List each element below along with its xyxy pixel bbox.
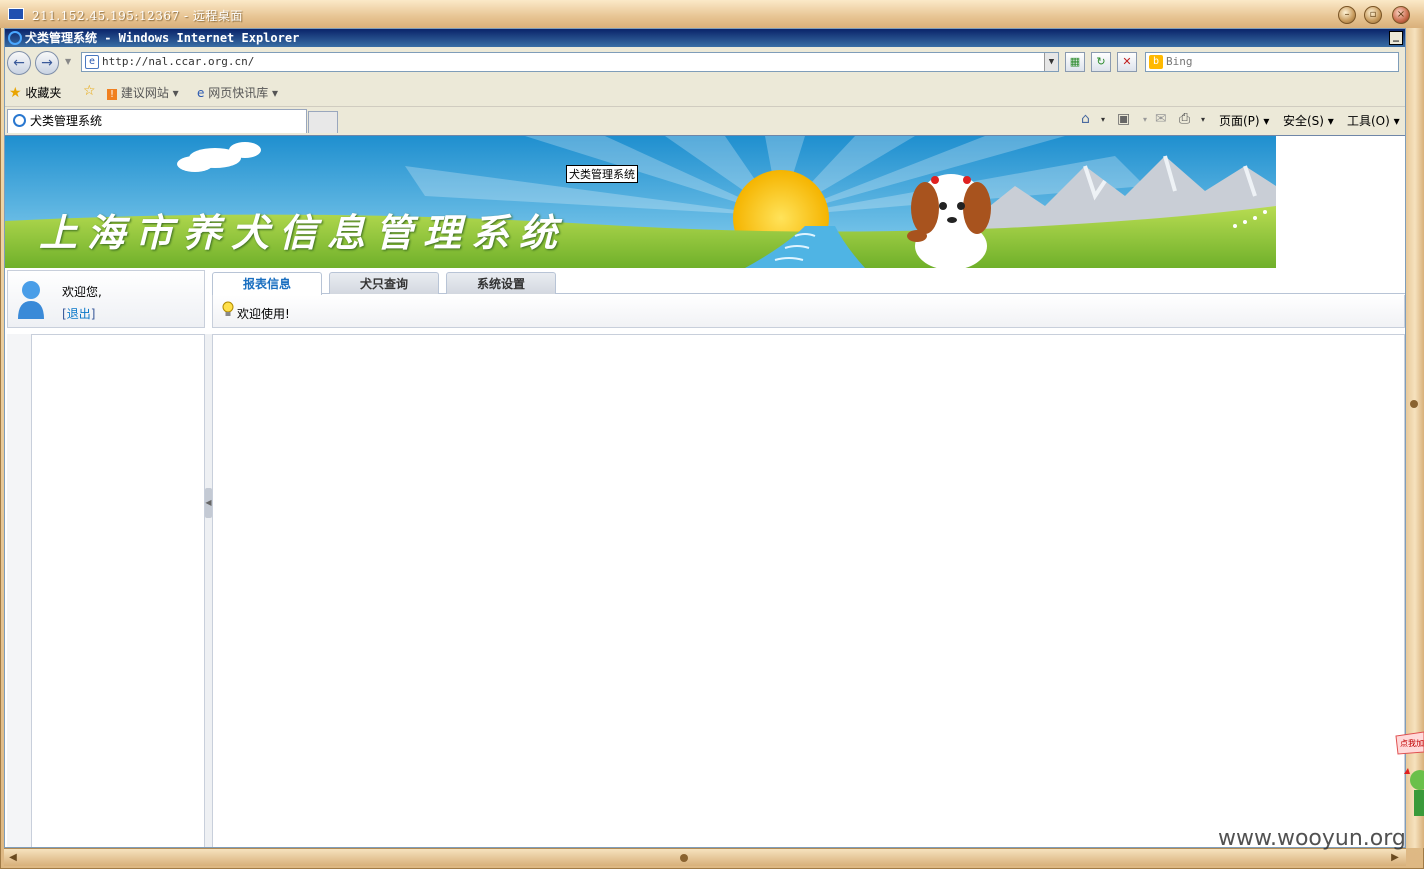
watermark: www.wooyun.org xyxy=(1218,826,1406,851)
star-icon: ★ xyxy=(9,85,22,101)
refresh-button[interactable]: ↻ xyxy=(1091,52,1111,72)
horizontal-scroll-knob[interactable] xyxy=(680,854,688,862)
ie-tab-icon xyxy=(13,114,26,127)
page-menu[interactable]: 页面(P) ▾ xyxy=(1219,112,1269,129)
notice-bar: 欢迎使用! xyxy=(212,295,1405,328)
ie-tab-current[interactable]: 犬类管理系统 xyxy=(7,109,307,133)
new-tab-button[interactable] xyxy=(308,111,338,133)
suggested-sites-button[interactable]: ! 建议网站 ▾ xyxy=(107,84,179,101)
suggested-sites-label: 建议网站 xyxy=(120,86,169,100)
webslice-label: 网页快讯库 xyxy=(208,86,269,100)
home-dropdown-icon[interactable]: ▾ xyxy=(1101,115,1105,124)
suggested-sites-icon: ! xyxy=(107,89,118,100)
search-placeholder: Bing xyxy=(1166,55,1193,68)
address-bar-row: ← → ▼ e http://nal.ccar.org.cn/ ▼ ▦ ↻ ✕ … xyxy=(5,47,1405,77)
user-avatar-icon xyxy=(18,281,44,319)
tab-report-info[interactable]: 报表信息 xyxy=(212,272,322,295)
tab-dog-search[interactable]: 犬只查询 xyxy=(329,272,439,294)
user-panel: 欢迎您, [退出] xyxy=(7,270,205,328)
collapse-handle-icon[interactable]: ◀ xyxy=(205,488,212,518)
history-dropdown-icon[interactable]: ▼ xyxy=(65,57,71,66)
logout-wrapper: [退出] xyxy=(62,305,95,322)
navigation-tree-panel xyxy=(31,334,205,847)
remote-desktop-title: 211.152.45.195:12367 - 远程桌面 xyxy=(32,9,243,23)
remote-desktop-titlebar: 211.152.45.195:12367 - 远程桌面 – ▫ × xyxy=(0,0,1424,28)
remote-vertical-scrollbar[interactable] xyxy=(1406,28,1424,848)
feeds-dropdown-icon[interactable]: ▾ xyxy=(1143,115,1147,124)
address-dropdown-icon[interactable]: ▼ xyxy=(1044,53,1058,71)
ie-minimize-button[interactable]: _ xyxy=(1389,31,1403,45)
main-content-frame xyxy=(212,334,1405,847)
banner-tooltip: 犬类管理系统 xyxy=(566,165,638,183)
forward-button[interactable]: → xyxy=(35,51,59,75)
scroll-right-icon[interactable]: ▶ xyxy=(1388,851,1402,865)
floating-widget[interactable]: 点我加 xyxy=(1392,730,1424,820)
tab-system-settings[interactable]: 系统设置 xyxy=(446,272,556,294)
module-tabbar: 报表信息 犬只查询 系统设置 xyxy=(212,270,1405,295)
close-button[interactable]: × xyxy=(1392,6,1410,24)
page-icon: e xyxy=(85,55,99,69)
favorites-label: 收藏夹 xyxy=(25,86,62,100)
side-strip xyxy=(7,334,31,847)
logout-bracket-close: ] xyxy=(90,307,96,321)
ie-window: 犬类管理系统 - Windows Internet Explorer _ ← →… xyxy=(4,28,1406,848)
ie-window-title: 犬类管理系统 - Windows Internet Explorer xyxy=(25,31,300,45)
compat-view-button[interactable]: ▦ xyxy=(1065,52,1085,72)
search-input[interactable]: b Bing xyxy=(1145,52,1399,72)
page-menu-label: 页面(P) xyxy=(1219,114,1260,128)
home-icon[interactable]: ⌂ xyxy=(1081,111,1090,127)
print-dropdown-icon[interactable]: ▾ xyxy=(1201,115,1205,124)
tools-menu-label: 工具(O) xyxy=(1347,114,1390,128)
feeds-icon[interactable]: ▣ xyxy=(1117,111,1130,127)
address-text: http://nal.ccar.org.cn/ xyxy=(102,55,255,68)
webslice-button[interactable]: e 网页快讯库 ▾ xyxy=(197,84,278,101)
page-content: 犬类管理系统 上海市养犬信息管理系统 欢迎您, [退出] 报表信息 犬只查询 系… xyxy=(5,135,1405,847)
mail-icon[interactable]: ✉ xyxy=(1155,111,1167,127)
banner: 犬类管理系统 上海市养犬信息管理系统 xyxy=(5,136,1276,268)
minimize-icon: – xyxy=(1344,9,1350,20)
remote-desktop-icon xyxy=(8,8,24,20)
floating-widget-text: 点我加 xyxy=(1400,738,1424,748)
safety-menu[interactable]: 安全(S) ▾ xyxy=(1283,112,1334,129)
bing-icon: b xyxy=(1149,55,1163,69)
ie-titlebar: 犬类管理系统 - Windows Internet Explorer _ xyxy=(5,29,1405,47)
ie-tab-title: 犬类管理系统 xyxy=(30,114,103,128)
address-input[interactable]: e http://nal.ccar.org.cn/ ▼ xyxy=(81,52,1059,72)
banner-heading: 上海市养犬信息管理系统 xyxy=(39,210,568,255)
stop-button[interactable]: ✕ xyxy=(1117,52,1137,72)
back-button[interactable]: ← xyxy=(7,51,31,75)
remote-horizontal-scrollbar[interactable]: ◀ ▶ xyxy=(4,848,1406,866)
welcome-text: 欢迎您, xyxy=(62,285,102,299)
add-favorite-icon[interactable]: ☆ xyxy=(83,83,96,99)
safety-menu-label: 安全(S) xyxy=(1283,114,1324,128)
logout-link[interactable]: 退出 xyxy=(67,307,91,321)
lightbulb-icon xyxy=(222,301,234,316)
minimize-button[interactable]: – xyxy=(1338,6,1356,24)
restore-icon: ▫ xyxy=(1369,9,1377,20)
notice-text: 欢迎使用! xyxy=(237,307,290,321)
scroll-left-icon[interactable]: ◀ xyxy=(6,851,20,865)
webslice-icon: e xyxy=(197,86,205,100)
restore-button[interactable]: ▫ xyxy=(1364,6,1382,24)
print-icon[interactable]: ⎙ xyxy=(1179,111,1190,127)
favorites-bar: ★ 收藏夹 ☆ ! 建议网站 ▾ e 网页快讯库 ▾ xyxy=(5,77,1405,107)
panel-splitter[interactable] xyxy=(205,334,212,847)
close-icon: × xyxy=(1396,9,1406,20)
favorites-button[interactable]: ★ 收藏夹 xyxy=(9,84,61,101)
tools-menu[interactable]: 工具(O) ▾ xyxy=(1347,112,1400,129)
ie-logo-icon xyxy=(8,31,22,45)
ie-tab-row: 犬类管理系统 ⌂ ▾ ▣ ▾ ✉ ⎙ ▾ 页面(P) ▾ 安全(S) ▾ 工具(… xyxy=(5,107,1405,133)
vertical-scroll-knob[interactable] xyxy=(1410,400,1418,408)
